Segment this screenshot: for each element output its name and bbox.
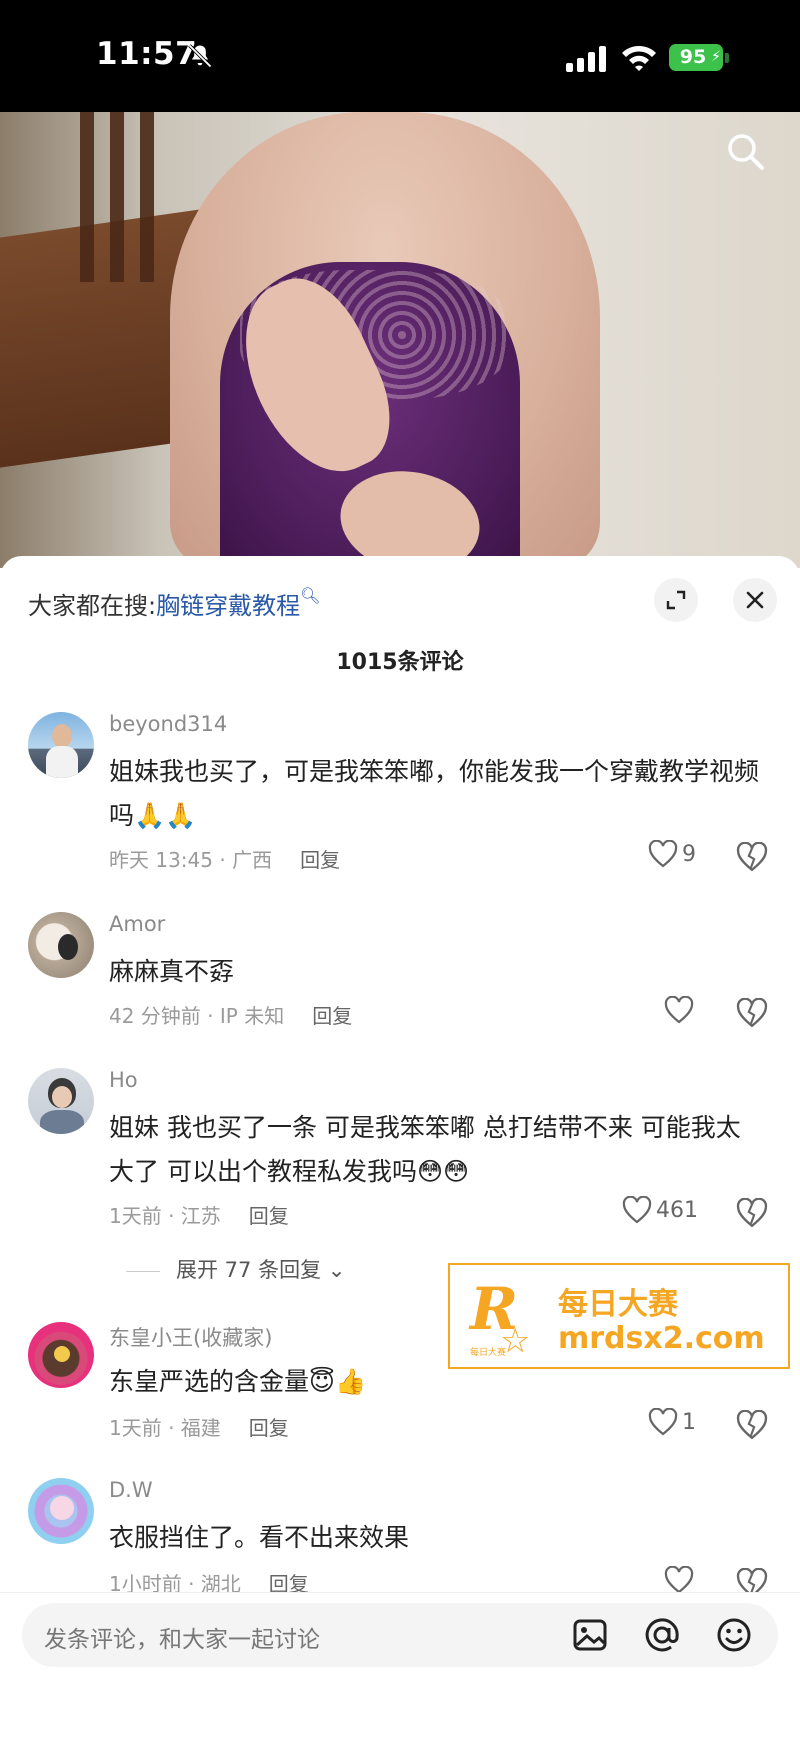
comment-input[interactable]: 发条评论，和大家一起讨论 [22,1603,778,1667]
video-chair [80,112,160,282]
comment-username[interactable]: beyond314 [109,712,227,736]
avatar[interactable] [28,1322,94,1388]
avatar[interactable] [28,912,94,978]
heart-icon [622,1196,652,1224]
reply-button[interactable]: 回复 [249,1416,289,1440]
comment-time-location: 42 分钟前 · IP 未知 [109,1004,285,1028]
comment-username[interactable]: Amor [109,912,165,936]
comment-time-location: 昨天 13:45 · 广西 [109,848,273,872]
comment-input-placeholder: 发条评论，和大家一起讨论 [44,1627,320,1653]
like-button[interactable] [664,1566,698,1594]
image-icon[interactable] [570,1615,610,1655]
close-button[interactable] [733,578,777,622]
video-preview[interactable] [0,112,800,568]
like-button[interactable] [664,996,698,1024]
wifi-icon [622,45,656,71]
search-suggestion-term[interactable]: 胸链穿戴教程 [156,592,300,620]
comment-meta: 昨天 13:45 · 广西 回复 [109,844,340,873]
like-count: 461 [656,1197,698,1223]
heart-icon [648,1408,678,1436]
comment-time-location: 1天前 · 江苏 [109,1204,221,1228]
broken-heart-icon[interactable] [736,1198,768,1228]
comment-username[interactable]: D.W [109,1478,153,1502]
comment-meta: 42 分钟前 · IP 未知 回复 [109,1000,352,1029]
comment-text: 姐妹 我也买了一条 可是我笨笨嘟 总打结带不来 可能我太大了 可以出个教程私发我… [109,1113,741,1186]
like-count: 9 [682,841,696,867]
broken-heart-icon[interactable] [736,998,768,1028]
heart-icon [664,1566,694,1594]
search-suggestion[interactable]: 大家都在搜:胸链穿戴教程🔍︎ [28,586,320,621]
broken-heart-icon[interactable] [736,1410,768,1440]
like-button[interactable]: 461 [622,1196,698,1224]
like-button[interactable]: 9 [648,840,696,868]
comment-time-location: 1天前 · 福建 [109,1416,221,1440]
comment-meta: 1天前 · 福建 回复 [109,1412,289,1441]
reply-button[interactable]: 回复 [312,1004,352,1028]
comment-meta: 1天前 · 江苏 回复 [109,1200,289,1229]
battery-tip [725,53,729,63]
watermark: R ☆ 每日大赛 每日大赛 mrdsx2.com [448,1263,790,1369]
search-icon[interactable] [724,130,766,172]
avatar[interactable] [28,712,94,778]
comment-username[interactable]: 东皇小王(收藏家) [109,1322,272,1352]
heart-icon [664,996,694,1024]
avatar[interactable] [28,1068,94,1134]
reply-button[interactable]: 回复 [249,1204,289,1228]
heart-icon [648,840,678,868]
comment-input-bar: 发条评论，和大家一起讨论 [0,1592,800,1738]
status-bar: 11:57 95 [0,0,800,112]
reply-button[interactable]: 回复 [300,848,340,872]
comment-text: 姐妹我也买了，可是我笨笨嘟，你能发我一个穿戴教学视频吗🙏🙏 [109,757,760,830]
comment-item: beyond314 姐妹我也买了，可是我笨笨嘟，你能发我一个穿戴教学视频吗🙏🙏 … [0,712,800,902]
search-suggestion-label: 大家都在搜: [28,592,157,620]
at-icon[interactable] [642,1615,682,1655]
expand-button[interactable] [654,578,698,622]
watermark-url: mrdsx2.com [558,1321,765,1356]
comments-sheet: 大家都在搜:胸链穿戴教程🔍︎ 1015条评论 beyond314 姐妹我也买了，… [0,556,800,1738]
comment-item: Amor 麻麻真不孬 42 分钟前 · IP 未知 回复 [0,912,800,1052]
mini-search-icon: 🔍︎ [300,586,321,605]
comment-text: 麻麻真不孬 [109,957,235,986]
broken-heart-icon[interactable] [736,842,768,872]
comment-count: 1015条评论 [336,650,464,675]
status-time: 11:57 [96,36,198,72]
battery-icon: 95 [669,44,723,71]
expand-icon [666,590,686,610]
comment-text: 衣服挡住了。看不出来效果 [109,1523,410,1552]
avatar[interactable] [28,1478,94,1544]
watermark-logo-caption: 每日大赛 [470,1348,507,1358]
emoji-icon[interactable] [714,1615,754,1655]
signal-icon [566,46,610,72]
comment-item: D.W 衣服挡住了。看不出来效果 1小时前 · 湖北 回复 [0,1478,800,1598]
expand-replies-button[interactable]: 展开 77 条回复 ⌄ [126,1254,345,1284]
watermark-title: 每日大赛 [558,1287,678,1322]
comment-username[interactable]: Ho [109,1068,138,1092]
like-count: 1 [682,1409,696,1435]
close-icon [746,591,764,609]
like-button[interactable]: 1 [648,1408,696,1436]
bell-off-icon [188,44,212,68]
